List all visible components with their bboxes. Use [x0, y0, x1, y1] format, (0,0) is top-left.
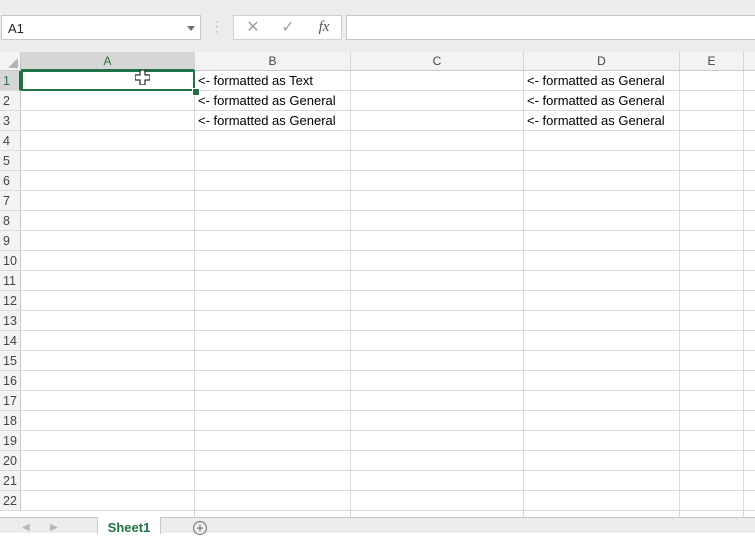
grid-line — [21, 350, 755, 351]
column-header-b[interactable]: B — [195, 52, 351, 71]
row-header-8[interactable]: 8 — [0, 211, 21, 231]
row-header-19[interactable]: 19 — [0, 431, 21, 451]
grid-line — [21, 490, 755, 491]
grid-line — [21, 210, 755, 211]
grid-line — [21, 330, 755, 331]
grid-line — [21, 310, 755, 311]
row-header-13[interactable]: 13 — [0, 311, 21, 331]
cell-d1[interactable]: <- formatted as General — [524, 71, 680, 91]
row-header-20[interactable]: 20 — [0, 451, 21, 471]
grid-line — [21, 470, 755, 471]
row-header-17[interactable]: 17 — [0, 391, 21, 411]
grid-line — [21, 450, 755, 451]
row-header-11[interactable]: 11 — [0, 271, 21, 291]
column-header-c[interactable]: C — [351, 52, 524, 71]
grid-line — [21, 270, 755, 271]
row-header-3[interactable]: 3 — [0, 111, 21, 131]
row-header-12[interactable]: 12 — [0, 291, 21, 311]
row-header-10[interactable]: 10 — [0, 251, 21, 271]
row-header-1[interactable]: 1 — [0, 71, 21, 91]
cell-b1[interactable]: <- formatted as Text — [195, 71, 351, 91]
row-header-9[interactable]: 9 — [0, 231, 21, 251]
grid-line — [21, 150, 755, 151]
sheet-tab-sheet1[interactable]: Sheet1 — [97, 517, 161, 535]
grid-line — [21, 250, 755, 251]
grid-line — [21, 390, 755, 391]
scroll-right-icon[interactable]: ▶ — [50, 522, 58, 533]
formula-bar-area: A1 · · · ✕ ✓ fx — [0, 0, 755, 53]
row-header-14[interactable]: 14 — [0, 331, 21, 351]
row-header-21[interactable]: 21 — [0, 471, 21, 491]
cell-cursor-icon — [135, 70, 150, 85]
row-header-7[interactable]: 7 — [0, 191, 21, 211]
row-header-18[interactable]: 18 — [0, 411, 21, 431]
column-header-f[interactable] — [744, 52, 755, 71]
column-header-d[interactable]: D — [524, 52, 680, 71]
grid-line — [21, 230, 755, 231]
row-header-16[interactable]: 16 — [0, 371, 21, 391]
grid-line — [21, 510, 755, 511]
row-header-22[interactable]: 22 — [0, 491, 21, 511]
grid-line — [21, 170, 755, 171]
row-header-5[interactable]: 5 — [0, 151, 21, 171]
column-header-e[interactable]: E — [680, 52, 744, 71]
cell-b3[interactable]: <- formatted as General — [195, 111, 351, 131]
insert-function-icon[interactable]: fx — [312, 18, 336, 37]
row-header-4[interactable]: 4 — [0, 131, 21, 151]
cancel-icon[interactable]: ✕ — [241, 18, 265, 37]
row-header-6[interactable]: 6 — [0, 171, 21, 191]
grid-line — [21, 410, 755, 411]
name-box[interactable]: A1 — [1, 15, 201, 40]
row-header-15[interactable]: 15 — [0, 351, 21, 371]
formula-input[interactable] — [346, 15, 755, 40]
checkmark-icon[interactable]: ✓ — [276, 18, 300, 37]
grid-line — [21, 290, 755, 291]
chevron-down-icon[interactable] — [187, 26, 195, 31]
scroll-left-icon[interactable]: ◀ — [22, 522, 30, 533]
grid-line — [21, 430, 755, 431]
row-header-2[interactable]: 2 — [0, 91, 21, 111]
cell-d3[interactable]: <- formatted as General — [524, 111, 680, 131]
select-all-corner[interactable] — [0, 52, 21, 71]
select-all-icon — [8, 58, 18, 68]
active-cell-a1[interactable] — [21, 70, 195, 91]
cell-b2[interactable]: <- formatted as General — [195, 91, 351, 111]
fill-handle[interactable] — [192, 88, 200, 96]
cell-d2[interactable]: <- formatted as General — [524, 91, 680, 111]
grip-dots-icon[interactable]: · · · — [215, 17, 219, 38]
grid-line — [21, 370, 755, 371]
formula-buttons: ✕ ✓ fx — [233, 15, 342, 40]
name-box-value: A1 — [8, 21, 24, 36]
column-header-a[interactable]: A — [21, 52, 195, 71]
sheet-tab-bar: ◀ ▶ Sheet1 + — [0, 517, 755, 535]
grid-line — [21, 190, 755, 191]
